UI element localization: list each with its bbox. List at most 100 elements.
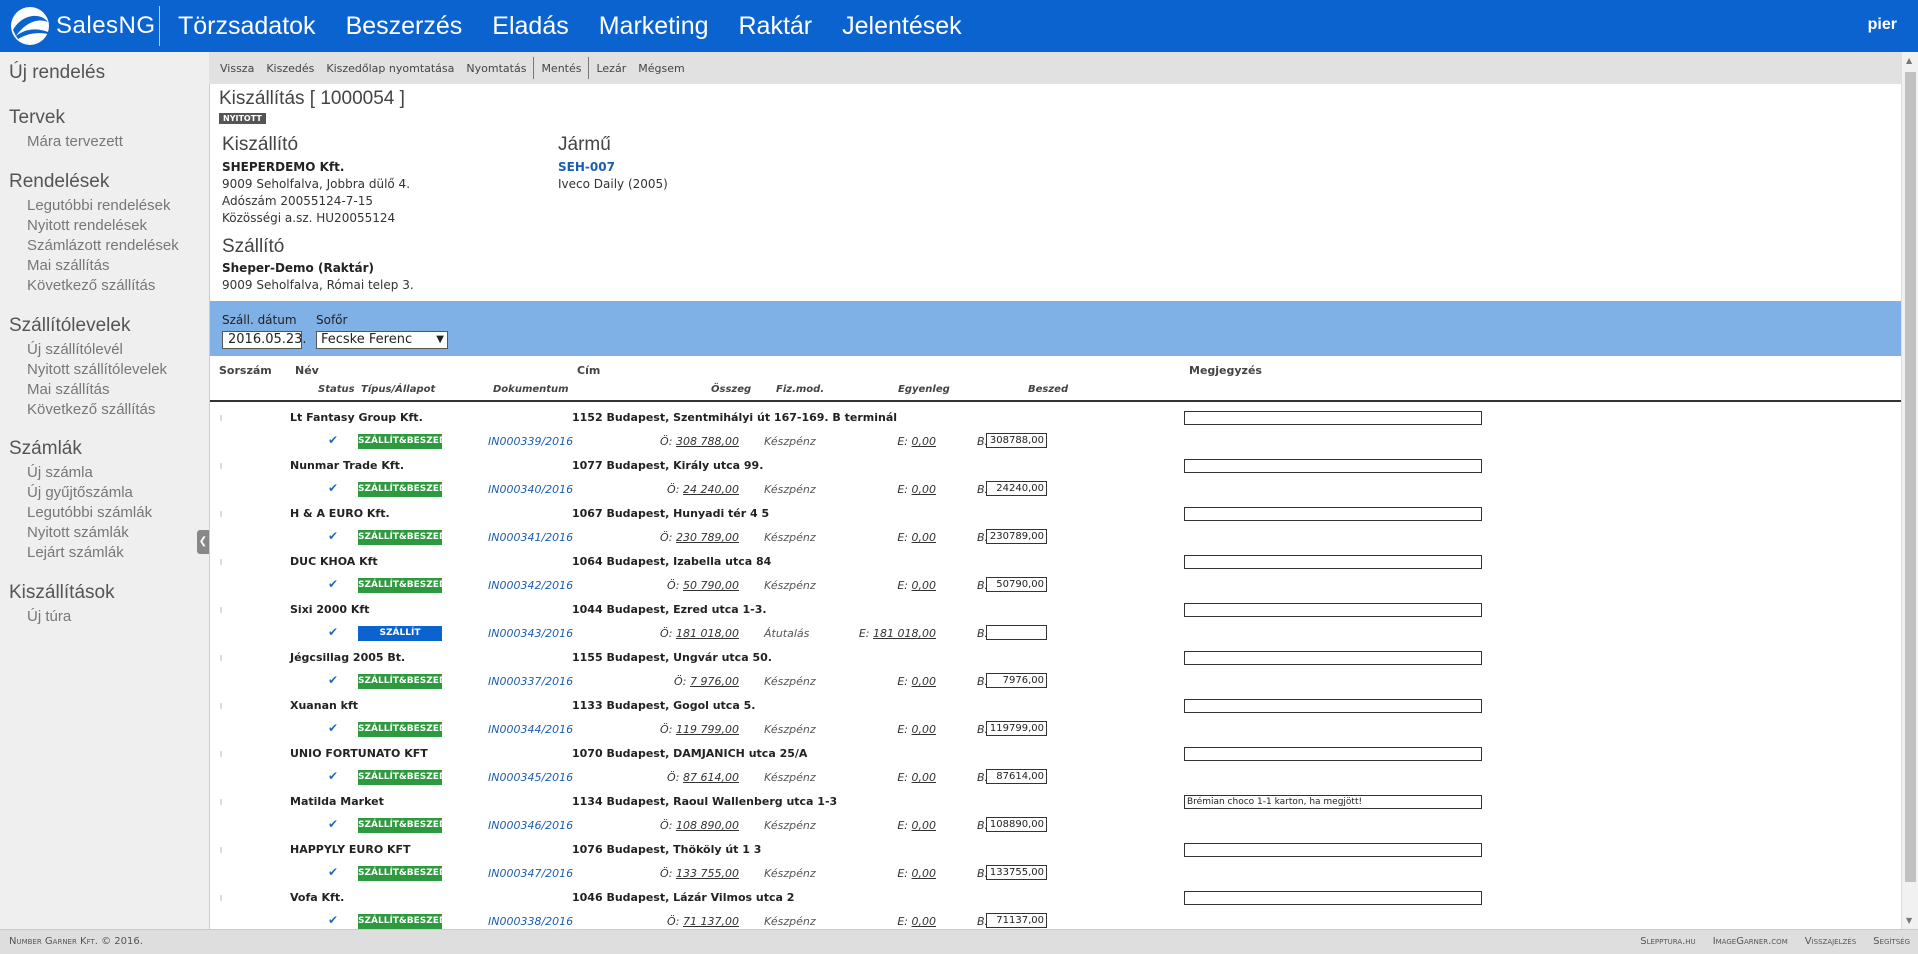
collect-amount-input[interactable]: 7976,00 <box>986 673 1047 688</box>
document-link[interactable]: IN000339/2016 <box>488 435 573 448</box>
save-button[interactable]: Mentés <box>535 62 587 75</box>
document-link[interactable]: IN000338/2016 <box>488 915 573 928</box>
sidebar-item-nyitott-szamlak[interactable]: Nyitott számlák <box>27 524 129 541</box>
collect-amount-input[interactable]: 71137,00 <box>986 913 1047 928</box>
amount-link[interactable]: 24 240,00 <box>683 483 739 496</box>
page-scrollbar[interactable]: ▲ ▼ <box>1901 52 1918 929</box>
document-link[interactable]: IN000344/2016 <box>488 723 573 736</box>
collect-amount-input[interactable]: 119799,00 <box>986 721 1047 736</box>
sidebar-section-uj-rendeles[interactable]: Új rendelés <box>9 62 105 84</box>
nav-torzsadatok[interactable]: Törzsadatok <box>178 12 316 41</box>
amount-link[interactable]: 181 018,00 <box>676 627 739 640</box>
print-picking-list-button[interactable]: Kiszedőlap nyomtatása <box>320 62 460 75</box>
balance-link[interactable]: 0,00 <box>912 819 937 832</box>
document-link[interactable]: IN000341/2016 <box>488 531 573 544</box>
sidebar-item-nyitott-rendelesek[interactable]: Nyitott rendelések <box>27 217 147 234</box>
close-delivery-button[interactable]: Lezár <box>590 62 632 75</box>
vehicle-plate-link[interactable]: SEH-007 <box>558 160 615 174</box>
nav-jelentesek[interactable]: Jelentések <box>842 12 962 41</box>
row-drag-handle[interactable] <box>220 415 222 421</box>
footer-link-imagegarner[interactable]: ImageGarner.com <box>1713 936 1788 947</box>
balance-link[interactable]: 0,00 <box>912 723 937 736</box>
balance-link[interactable]: 0,00 <box>912 579 937 592</box>
collect-amount-input[interactable]: 108890,00 <box>986 817 1047 832</box>
sidebar-collapse-chevron-icon[interactable]: ❮ <box>197 530 209 554</box>
row-drag-handle[interactable] <box>220 607 222 613</box>
amount-link[interactable]: 71 137,00 <box>683 915 739 928</box>
note-input[interactable] <box>1184 699 1482 713</box>
row-drag-handle[interactable] <box>220 463 222 469</box>
collect-amount-input[interactable]: 308788,00 <box>986 433 1047 448</box>
note-input[interactable] <box>1184 603 1482 617</box>
note-input[interactable] <box>1184 507 1482 521</box>
app-logo[interactable]: SalesNG <box>8 6 156 46</box>
balance-link[interactable]: 0,00 <box>912 483 937 496</box>
row-drag-handle[interactable] <box>220 847 222 853</box>
document-link[interactable]: IN000337/2016 <box>488 675 573 688</box>
sidebar-item-legutobbi-rendelesek[interactable]: Legutóbbi rendelések <box>27 197 170 214</box>
nav-marketing[interactable]: Marketing <box>599 12 709 41</box>
collect-amount-input[interactable]: 24240,00 <box>986 481 1047 496</box>
collect-amount-input[interactable]: 230789,00 <box>986 529 1047 544</box>
collect-amount-input[interactable]: 87614,00 <box>986 769 1047 784</box>
amount-link[interactable]: 230 789,00 <box>676 531 739 544</box>
collect-amount-input[interactable]: 50790,00 <box>986 577 1047 592</box>
sidebar-item-uj-szamla[interactable]: Új számla <box>27 464 93 481</box>
balance-link[interactable]: 0,00 <box>912 915 937 928</box>
sidebar-item-uj-szallitolevel[interactable]: Új szállítólevél <box>27 341 123 358</box>
cancel-button[interactable]: Mégsem <box>632 62 690 75</box>
row-drag-handle[interactable] <box>220 751 222 757</box>
sidebar-item-kovetkezo-szallitas-2[interactable]: Következő szállítás <box>27 401 155 418</box>
print-button[interactable]: Nyomtatás <box>460 62 532 75</box>
balance-link[interactable]: 0,00 <box>912 675 937 688</box>
note-input[interactable] <box>1184 411 1482 425</box>
nav-beszerzes[interactable]: Beszerzés <box>346 12 463 41</box>
document-link[interactable]: IN000343/2016 <box>488 627 573 640</box>
row-drag-handle[interactable] <box>220 799 222 805</box>
amount-link[interactable]: 7 976,00 <box>690 675 739 688</box>
row-drag-handle[interactable] <box>220 559 222 565</box>
picking-button[interactable]: Kiszedés <box>260 62 320 75</box>
back-button[interactable]: Vissza <box>214 62 260 75</box>
sidebar-item-mai-szallitas-2[interactable]: Mai szállítás <box>27 381 110 398</box>
sidebar-item-szamlazott-rendelesek[interactable]: Számlázott rendelések <box>27 237 179 254</box>
balance-link[interactable]: 181 018,00 <box>873 627 936 640</box>
document-link[interactable]: IN000345/2016 <box>488 771 573 784</box>
sidebar-item-kovetkezo-szallitas[interactable]: Következő szállítás <box>27 277 155 294</box>
nav-raktar[interactable]: Raktár <box>739 12 813 41</box>
note-input[interactable]: Brémian choco 1-1 karton, ha megjött! <box>1184 795 1482 809</box>
balance-link[interactable]: 0,00 <box>912 531 937 544</box>
amount-link[interactable]: 108 890,00 <box>676 819 739 832</box>
footer-link-slepptura[interactable]: Slepptura.hu <box>1640 936 1695 947</box>
sidebar-item-uj-gyujtoszamla[interactable]: Új gyűjtőszámla <box>27 484 133 501</box>
amount-link[interactable]: 87 614,00 <box>683 771 739 784</box>
user-menu[interactable]: pier <box>1868 16 1897 34</box>
amount-link[interactable]: 119 799,00 <box>676 723 739 736</box>
scroll-down-arrow-icon[interactable]: ▼ <box>1906 916 1912 925</box>
note-input[interactable] <box>1184 843 1482 857</box>
note-input[interactable] <box>1184 891 1482 905</box>
document-link[interactable]: IN000342/2016 <box>488 579 573 592</box>
amount-link[interactable]: 308 788,00 <box>676 435 739 448</box>
row-drag-handle[interactable] <box>220 511 222 517</box>
scroll-up-arrow-icon[interactable]: ▲ <box>1906 56 1912 65</box>
footer-link-visszajelzes[interactable]: Visszajelzés <box>1805 936 1856 947</box>
document-link[interactable]: IN000340/2016 <box>488 483 573 496</box>
amount-link[interactable]: 50 790,00 <box>683 579 739 592</box>
amount-link[interactable]: 133 755,00 <box>676 867 739 880</box>
document-link[interactable]: IN000347/2016 <box>488 867 573 880</box>
row-drag-handle[interactable] <box>220 703 222 709</box>
sidebar-item-lejart-szamlak[interactable]: Lejárt számlák <box>27 544 124 561</box>
driver-select[interactable]: Fecske Ferenc ▼ <box>316 331 448 349</box>
note-input[interactable] <box>1184 651 1482 665</box>
row-drag-handle[interactable] <box>220 895 222 901</box>
row-drag-handle[interactable] <box>220 655 222 661</box>
balance-link[interactable]: 0,00 <box>912 435 937 448</box>
balance-link[interactable]: 0,00 <box>912 867 937 880</box>
delivery-date-input[interactable]: 2016.05.23. <box>222 331 307 349</box>
sidebar-item-mai-szallitas[interactable]: Mai szállítás <box>27 257 110 274</box>
footer-link-segitseg[interactable]: Segítség <box>1873 936 1910 947</box>
sidebar-item-nyitott-szallitolevelek[interactable]: Nyitott szállítólevelek <box>27 361 167 378</box>
note-input[interactable] <box>1184 747 1482 761</box>
sidebar-item-legutobbi-szamlak[interactable]: Legutóbbi számlák <box>27 504 152 521</box>
